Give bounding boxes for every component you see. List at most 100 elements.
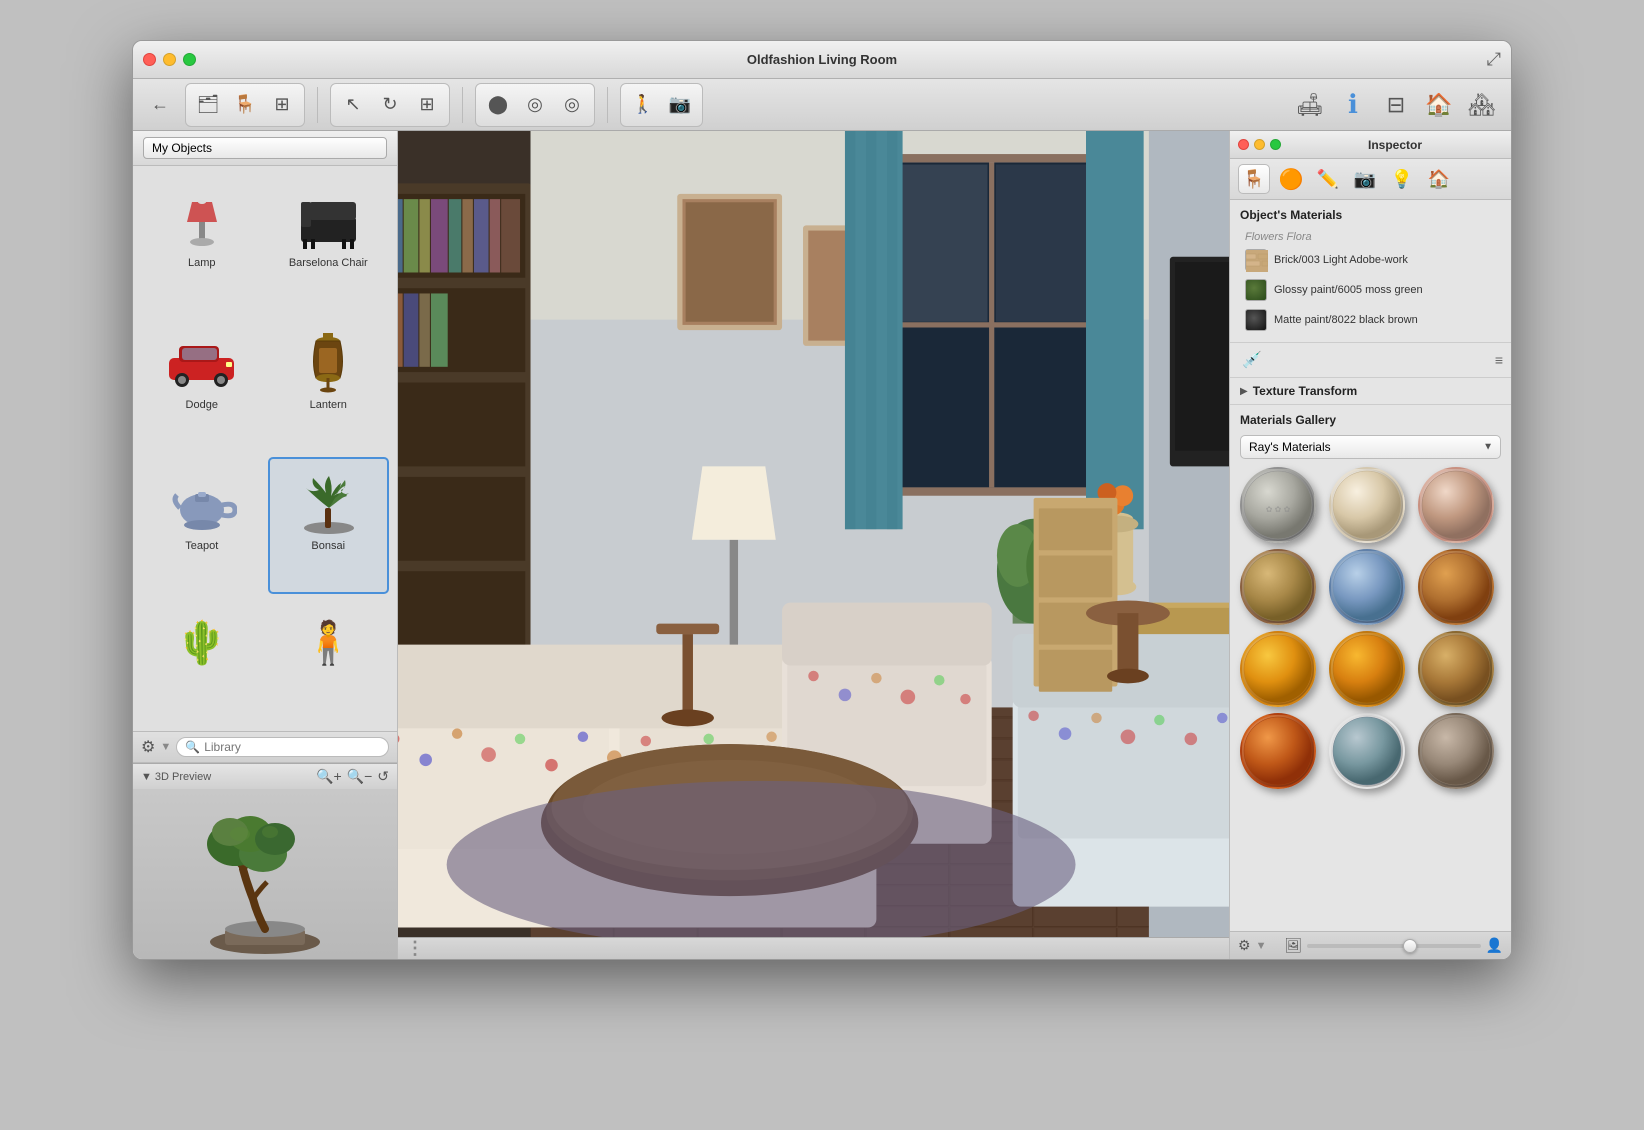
toolbar: ← 🗂 🪑 ⊞ ↖ ↻ ⊞ ⬤ ◎ ◎ 🚶 📷 🛋 ℹ ⊟ 🏠 🏘 [133, 79, 1511, 131]
gallery-ball-red-floral[interactable] [1418, 467, 1494, 543]
gallery-dropdown-wrap: Ray's Materials [1240, 435, 1501, 459]
material-item-brick[interactable]: Brick/003 Light Adobe-work [1240, 246, 1501, 274]
preview-toggle[interactable]: ▼ 3D Preview [141, 771, 211, 783]
objects-list-button[interactable]: 🗂 [191, 88, 225, 122]
dropdown-arrow-icon[interactable]: ▼ [160, 741, 171, 753]
eyedropper-button[interactable]: 💉 [1238, 348, 1266, 372]
material-name-black: Matte paint/8022 black brown [1274, 313, 1418, 327]
gear-dropdown-icon[interactable]: ▼ [1256, 940, 1267, 952]
objects-materials-section: Object's Materials Flowers Flora [1230, 200, 1511, 343]
sidebar-search: ⚙ ▼ 🔍 [133, 731, 397, 762]
object-item-dodge[interactable]: Dodge [141, 316, 263, 453]
inspector-tab-light[interactable]: 💡 [1386, 164, 1418, 194]
info-button[interactable]: ℹ [1334, 86, 1372, 124]
slider-track[interactable] [1307, 944, 1480, 948]
gallery-ball-cream-floral[interactable] [1329, 467, 1405, 543]
tools-menu-icon[interactable]: ≡ [1495, 352, 1503, 368]
inspector-tab-camera[interactable]: 📷 [1349, 164, 1381, 194]
inspector-person-button[interactable]: 👤 [1486, 937, 1503, 954]
object-label-chair: Barselona Chair [289, 257, 368, 269]
rotate-tool-button[interactable]: ↻ [373, 88, 407, 122]
gallery-ball-brown-damask[interactable] [1240, 549, 1316, 625]
render-texture-button[interactable]: ◎ [555, 88, 589, 122]
gallery-ball-brown-gray[interactable] [1418, 713, 1494, 789]
zoom-out-button[interactable]: 🔍− [347, 768, 373, 785]
minimize-button[interactable] [163, 53, 176, 66]
snap-tool-button[interactable]: ⊞ [410, 88, 444, 122]
render-solid-button[interactable]: ⬤ [481, 88, 515, 122]
object-label-lamp: Lamp [188, 257, 216, 269]
toolbar-separator-2 [462, 87, 463, 123]
inspector-window-controls [1238, 139, 1281, 150]
furniture-icon-button[interactable]: 🛋 [1291, 86, 1329, 124]
gallery-ball-blue-gray[interactable] [1329, 713, 1405, 789]
gallery-ball-orange-bright[interactable] [1240, 631, 1316, 707]
gallery-ball-blue-argyle[interactable] [1329, 549, 1405, 625]
home-button[interactable]: 🏘 [1463, 86, 1501, 124]
tool-group-transform: ↖ ↻ ⊞ [330, 83, 450, 127]
inspector-bottom: ⚙ ▼ 🖼 👤 [1230, 931, 1511, 959]
gallery-dropdown[interactable]: Ray's Materials [1240, 435, 1501, 459]
slider-thumb[interactable] [1403, 939, 1417, 953]
select-tool-button[interactable]: ↖ [336, 88, 370, 122]
inspector-tab-house[interactable]: 🏠 [1423, 164, 1455, 194]
status-bar: ⋮ [398, 937, 1229, 959]
gallery-ball-wood[interactable] [1418, 631, 1494, 707]
texture-transform-title: Texture Transform [1253, 384, 1357, 398]
slider-wrap [1307, 944, 1480, 948]
object-label-lantern: Lantern [310, 399, 347, 411]
preview-header: ▼ 3D Preview 🔍+ 🔍− ↺ [133, 763, 397, 789]
inspector-image-button[interactable]: 🖼 [1284, 937, 1302, 954]
inspector-tab-furniture[interactable]: 🪑 [1238, 164, 1270, 194]
reset-view-button[interactable]: ↺ [377, 768, 389, 785]
objects-grid: Lamp Barse [133, 166, 397, 731]
object-item-lamp[interactable]: Lamp [141, 174, 263, 311]
bonsai-preview-svg [175, 794, 355, 954]
object-item-bonsai[interactable]: Bonsai [268, 457, 390, 594]
material-item-black[interactable]: Matte paint/8022 black brown [1240, 306, 1501, 334]
inspector-tab-sphere[interactable]: 🟠 [1275, 164, 1307, 194]
back-button[interactable]: ← [143, 88, 177, 122]
main-3d-view[interactable]: ⋮ [398, 131, 1229, 959]
inspector-maximize-button[interactable] [1270, 139, 1281, 150]
object-item-lantern[interactable]: Lantern [268, 316, 390, 453]
maximize-button[interactable] [183, 53, 196, 66]
object-item-chair[interactable]: Barselona Chair [268, 174, 390, 311]
camera-button[interactable]: 📷 [663, 88, 697, 122]
object-thumb-figure: 🧍 [288, 609, 368, 679]
search-input[interactable] [204, 740, 380, 754]
render-wire-button[interactable]: ◎ [518, 88, 552, 122]
object-label-dodge: Dodge [186, 399, 218, 411]
walk-button[interactable]: 🚶 [626, 88, 660, 122]
title-bar: Oldfashion Living Room ⤢ [133, 41, 1511, 79]
tool-group-view: 🚶 📷 [620, 83, 703, 127]
layout-button[interactable]: ⊟ [1377, 86, 1415, 124]
object-item-teapot[interactable]: Teapot [141, 457, 263, 594]
objects-detail-button[interactable]: ⊞ [265, 88, 299, 122]
object-item-cactus[interactable]: 🌵 [141, 599, 263, 724]
object-thumb-cactus: 🌵 [162, 609, 242, 679]
gallery-ball-orange-rustic[interactable] [1418, 549, 1494, 625]
zoom-in-button[interactable]: 🔍+ [316, 768, 342, 785]
main-content: My Objects Lamp [133, 131, 1511, 959]
objects-dropdown[interactable]: My Objects [143, 137, 387, 159]
object-item-figure[interactable]: 🧍 [268, 599, 390, 724]
objects-grid-button[interactable]: 🪑 [228, 88, 262, 122]
material-item-moss[interactable]: Glossy paint/6005 moss green [1240, 276, 1501, 304]
inspector-close-button[interactable] [1238, 139, 1249, 150]
material-name-brick: Brick/003 Light Adobe-work [1274, 253, 1408, 267]
close-button[interactable] [143, 53, 156, 66]
gallery-ball-orange3[interactable] [1240, 713, 1316, 789]
object-thumb-lantern [288, 326, 368, 396]
texture-transform-header[interactable]: ▶ Texture Transform [1240, 384, 1501, 398]
preview-section: ▼ 3D Preview 🔍+ 🔍− ↺ [133, 762, 397, 959]
resize-icon: ⤢ [1487, 49, 1501, 69]
object-thumb-teapot [162, 467, 242, 537]
gallery-ball-orange2[interactable] [1329, 631, 1405, 707]
inspector-tab-pencil[interactable]: ✏️ [1312, 164, 1344, 194]
roof-button[interactable]: 🏠 [1420, 86, 1458, 124]
gallery-ball-gray-floral[interactable]: ✿ ✿ ✿ [1240, 467, 1316, 543]
inspector-minimize-button[interactable] [1254, 139, 1265, 150]
gear-icon[interactable]: ⚙ [141, 737, 155, 757]
inspector-gear-button[interactable]: ⚙ [1238, 937, 1251, 954]
